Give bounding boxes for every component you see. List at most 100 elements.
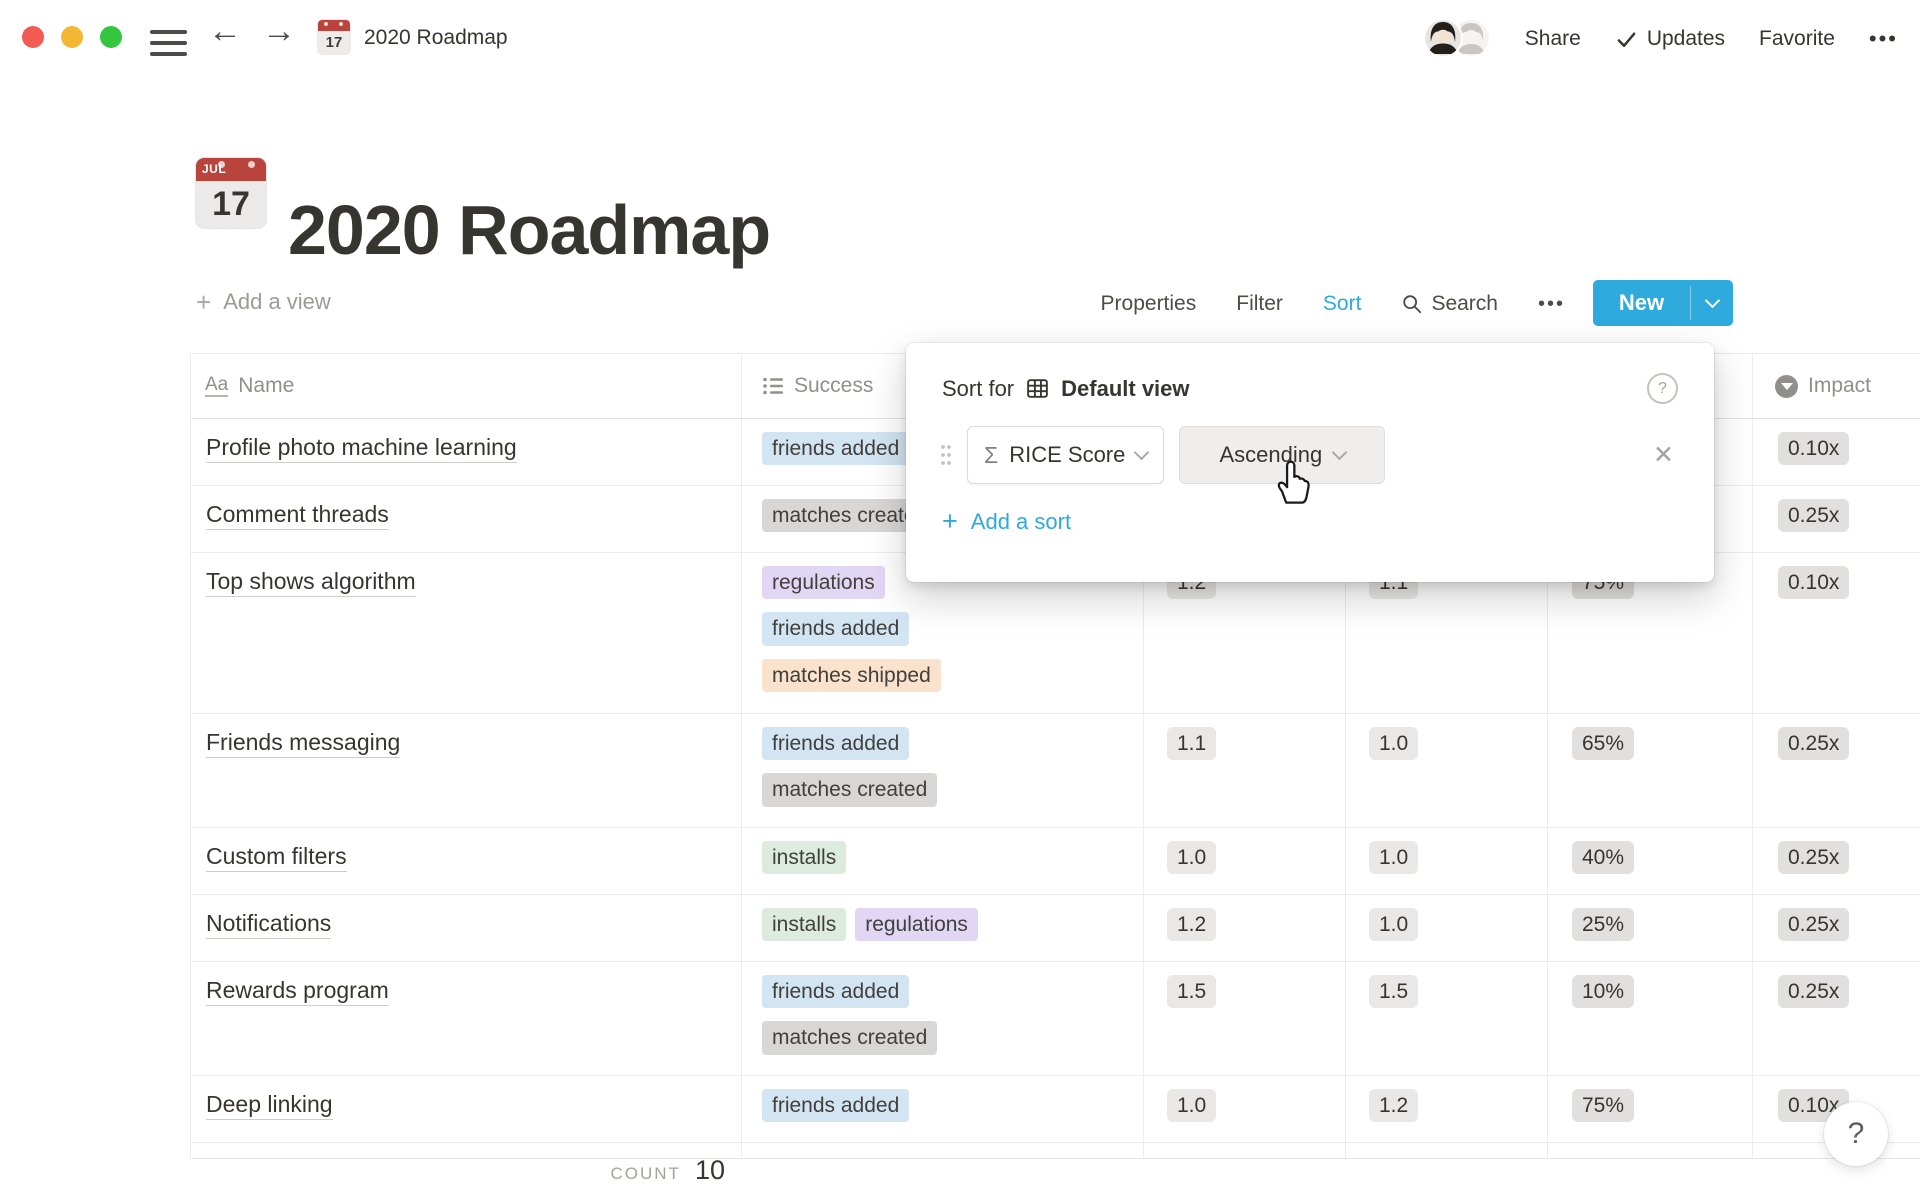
chevron-down-icon <box>1134 445 1150 461</box>
value-cell[interactable]: 1.0 <box>1346 895 1548 961</box>
avatar <box>1425 20 1461 56</box>
page-link[interactable]: Rewards program <box>206 977 389 1006</box>
page-link[interactable]: Custom filters <box>206 843 347 872</box>
success-cell[interactable]: installs <box>742 828 1144 894</box>
table-count-footer[interactable]: COUNT 10 <box>470 1155 725 1186</box>
table-row: Deep linkingfriends added1.01.275%0.10x <box>191 1076 1920 1143</box>
help-button[interactable]: ? <box>1824 1102 1888 1166</box>
value-pill: 65% <box>1572 727 1634 760</box>
more-options-icon[interactable]: ••• <box>1869 26 1898 52</box>
remove-sort-icon[interactable]: ✕ <box>1653 443 1674 468</box>
impact-cell[interactable]: 0.25x <box>1753 714 1920 827</box>
window-zoom-button[interactable] <box>100 26 122 48</box>
success-cell[interactable]: friends addedmatches created <box>742 714 1144 827</box>
row-name-cell[interactable]: Comment threads <box>191 486 742 552</box>
page-link[interactable]: Notifications <box>206 910 331 939</box>
value-pill: 1.5 <box>1167 975 1216 1008</box>
tag-orange: matches shipped <box>762 659 941 692</box>
value-cell[interactable]: 1.0 <box>1346 714 1548 827</box>
window-minimize-button[interactable] <box>61 26 83 48</box>
success-cell[interactable]: friends added <box>742 1076 1144 1142</box>
row-name-cell[interactable]: Notifications <box>191 895 742 961</box>
percent-cell[interactable]: 75% <box>1548 1076 1753 1142</box>
sort-button[interactable]: Sort <box>1323 292 1362 316</box>
success-cell[interactable]: installsregulations <box>742 895 1144 961</box>
row-name-cell[interactable]: Profile photo machine learning <box>191 419 742 485</box>
percent-cell[interactable]: 40% <box>1548 828 1753 894</box>
back-arrow-icon[interactable]: ← <box>208 14 242 48</box>
impact-cell[interactable]: 0.10x <box>1753 419 1920 485</box>
value-pill: 0.25x <box>1778 727 1849 760</box>
page-link[interactable]: Comment threads <box>206 501 389 530</box>
row-name-cell[interactable]: Rewards program <box>191 962 742 1075</box>
value-cell[interactable]: 1.5 <box>1346 962 1548 1075</box>
value-cell[interactable]: 1.1 <box>1144 714 1346 827</box>
row-name-cell[interactable]: Deep linking <box>191 1076 742 1142</box>
impact-cell[interactable]: 0.25x <box>1753 486 1920 552</box>
value-cell[interactable]: 1.0 <box>1144 1076 1346 1142</box>
value-cell[interactable]: 1.0 <box>1144 828 1346 894</box>
sort-field-dropdown[interactable]: Σ RICE Score <box>967 426 1164 484</box>
breadcrumb-page-title[interactable]: 2020 Roadmap <box>364 26 508 50</box>
sort-help-icon[interactable]: ? <box>1647 373 1678 404</box>
favorite-label: Favorite <box>1759 27 1835 51</box>
value-pill: 75% <box>1572 1089 1634 1122</box>
share-button[interactable]: Share <box>1525 27 1581 51</box>
forward-arrow-icon[interactable]: → <box>262 14 296 48</box>
value-cell[interactable]: 1.0 <box>1346 828 1548 894</box>
add-view-button[interactable]: + Add a view <box>196 289 331 315</box>
view-more-options-icon[interactable]: ••• <box>1538 293 1565 316</box>
updates-button[interactable]: Updates <box>1615 27 1725 51</box>
row-name-cell[interactable]: Top shows algorithm <box>191 553 742 713</box>
filter-button[interactable]: Filter <box>1236 292 1283 316</box>
page-link[interactable]: Deep linking <box>206 1091 333 1120</box>
multi-select-property-icon <box>762 375 784 397</box>
drag-handle-icon[interactable] <box>940 442 952 468</box>
value-pill: 0.25x <box>1778 908 1849 941</box>
column-header-impact[interactable]: Impact <box>1753 354 1920 418</box>
new-dropdown-chevron-icon[interactable] <box>1691 280 1733 326</box>
chevron-down-icon <box>1332 445 1348 461</box>
table-row: Custom filtersinstalls1.01.040%0.25x <box>191 828 1920 895</box>
tag-group: friends added <box>762 1089 1133 1122</box>
value-cell[interactable]: 1.2 <box>1346 1076 1548 1142</box>
window-close-button[interactable] <box>22 26 44 48</box>
share-label: Share <box>1525 27 1581 51</box>
search-button[interactable]: Search <box>1401 292 1498 316</box>
page-link[interactable]: Friends messaging <box>206 729 400 758</box>
plus-icon: + <box>942 508 958 535</box>
value-pill: 40% <box>1572 841 1634 874</box>
value-pill: 1.0 <box>1369 727 1418 760</box>
add-sort-button[interactable]: + Add a sort <box>942 508 1714 535</box>
column-header-name[interactable]: Aa Name <box>191 354 742 418</box>
value-pill: 1.0 <box>1369 841 1418 874</box>
success-cell[interactable]: friends addedmatches created <box>742 962 1144 1075</box>
hand-cursor <box>1270 456 1316 506</box>
column-label: Name <box>238 374 294 398</box>
impact-cell[interactable]: 0.25x <box>1753 895 1920 961</box>
page-link[interactable]: Profile photo machine learning <box>206 434 517 463</box>
value-cell[interactable]: 1.5 <box>1144 962 1346 1075</box>
value-cell[interactable]: 1.2 <box>1144 895 1346 961</box>
tag-purple: regulations <box>855 908 978 941</box>
page-icon-calendar[interactable]: JUL 17 <box>196 158 266 228</box>
tag-group: regulationsfriends addedmatches shipped <box>762 566 1133 692</box>
percent-cell[interactable]: 10% <box>1548 962 1753 1075</box>
row-name-cell[interactable]: Custom filters <box>191 828 742 894</box>
percent-cell[interactable]: 25% <box>1548 895 1753 961</box>
tag-blue: friends added <box>762 1089 909 1122</box>
sidebar-menu-icon[interactable] <box>150 30 187 56</box>
new-button[interactable]: New <box>1593 280 1733 326</box>
impact-cell[interactable]: 0.25x <box>1753 962 1920 1075</box>
favorite-button[interactable]: Favorite <box>1759 27 1835 51</box>
value-pill: 0.25x <box>1778 975 1849 1008</box>
page-link[interactable]: Top shows algorithm <box>206 568 416 597</box>
row-name-cell[interactable]: Friends messaging <box>191 714 742 827</box>
percent-cell[interactable]: 65% <box>1548 714 1753 827</box>
page-title[interactable]: 2020 Roadmap <box>288 195 770 265</box>
impact-cell[interactable]: 0.10x <box>1753 553 1920 713</box>
impact-cell[interactable]: 0.25x <box>1753 828 1920 894</box>
search-label: Search <box>1431 292 1498 316</box>
properties-button[interactable]: Properties <box>1101 292 1197 316</box>
value-pill: 1.1 <box>1167 727 1216 760</box>
